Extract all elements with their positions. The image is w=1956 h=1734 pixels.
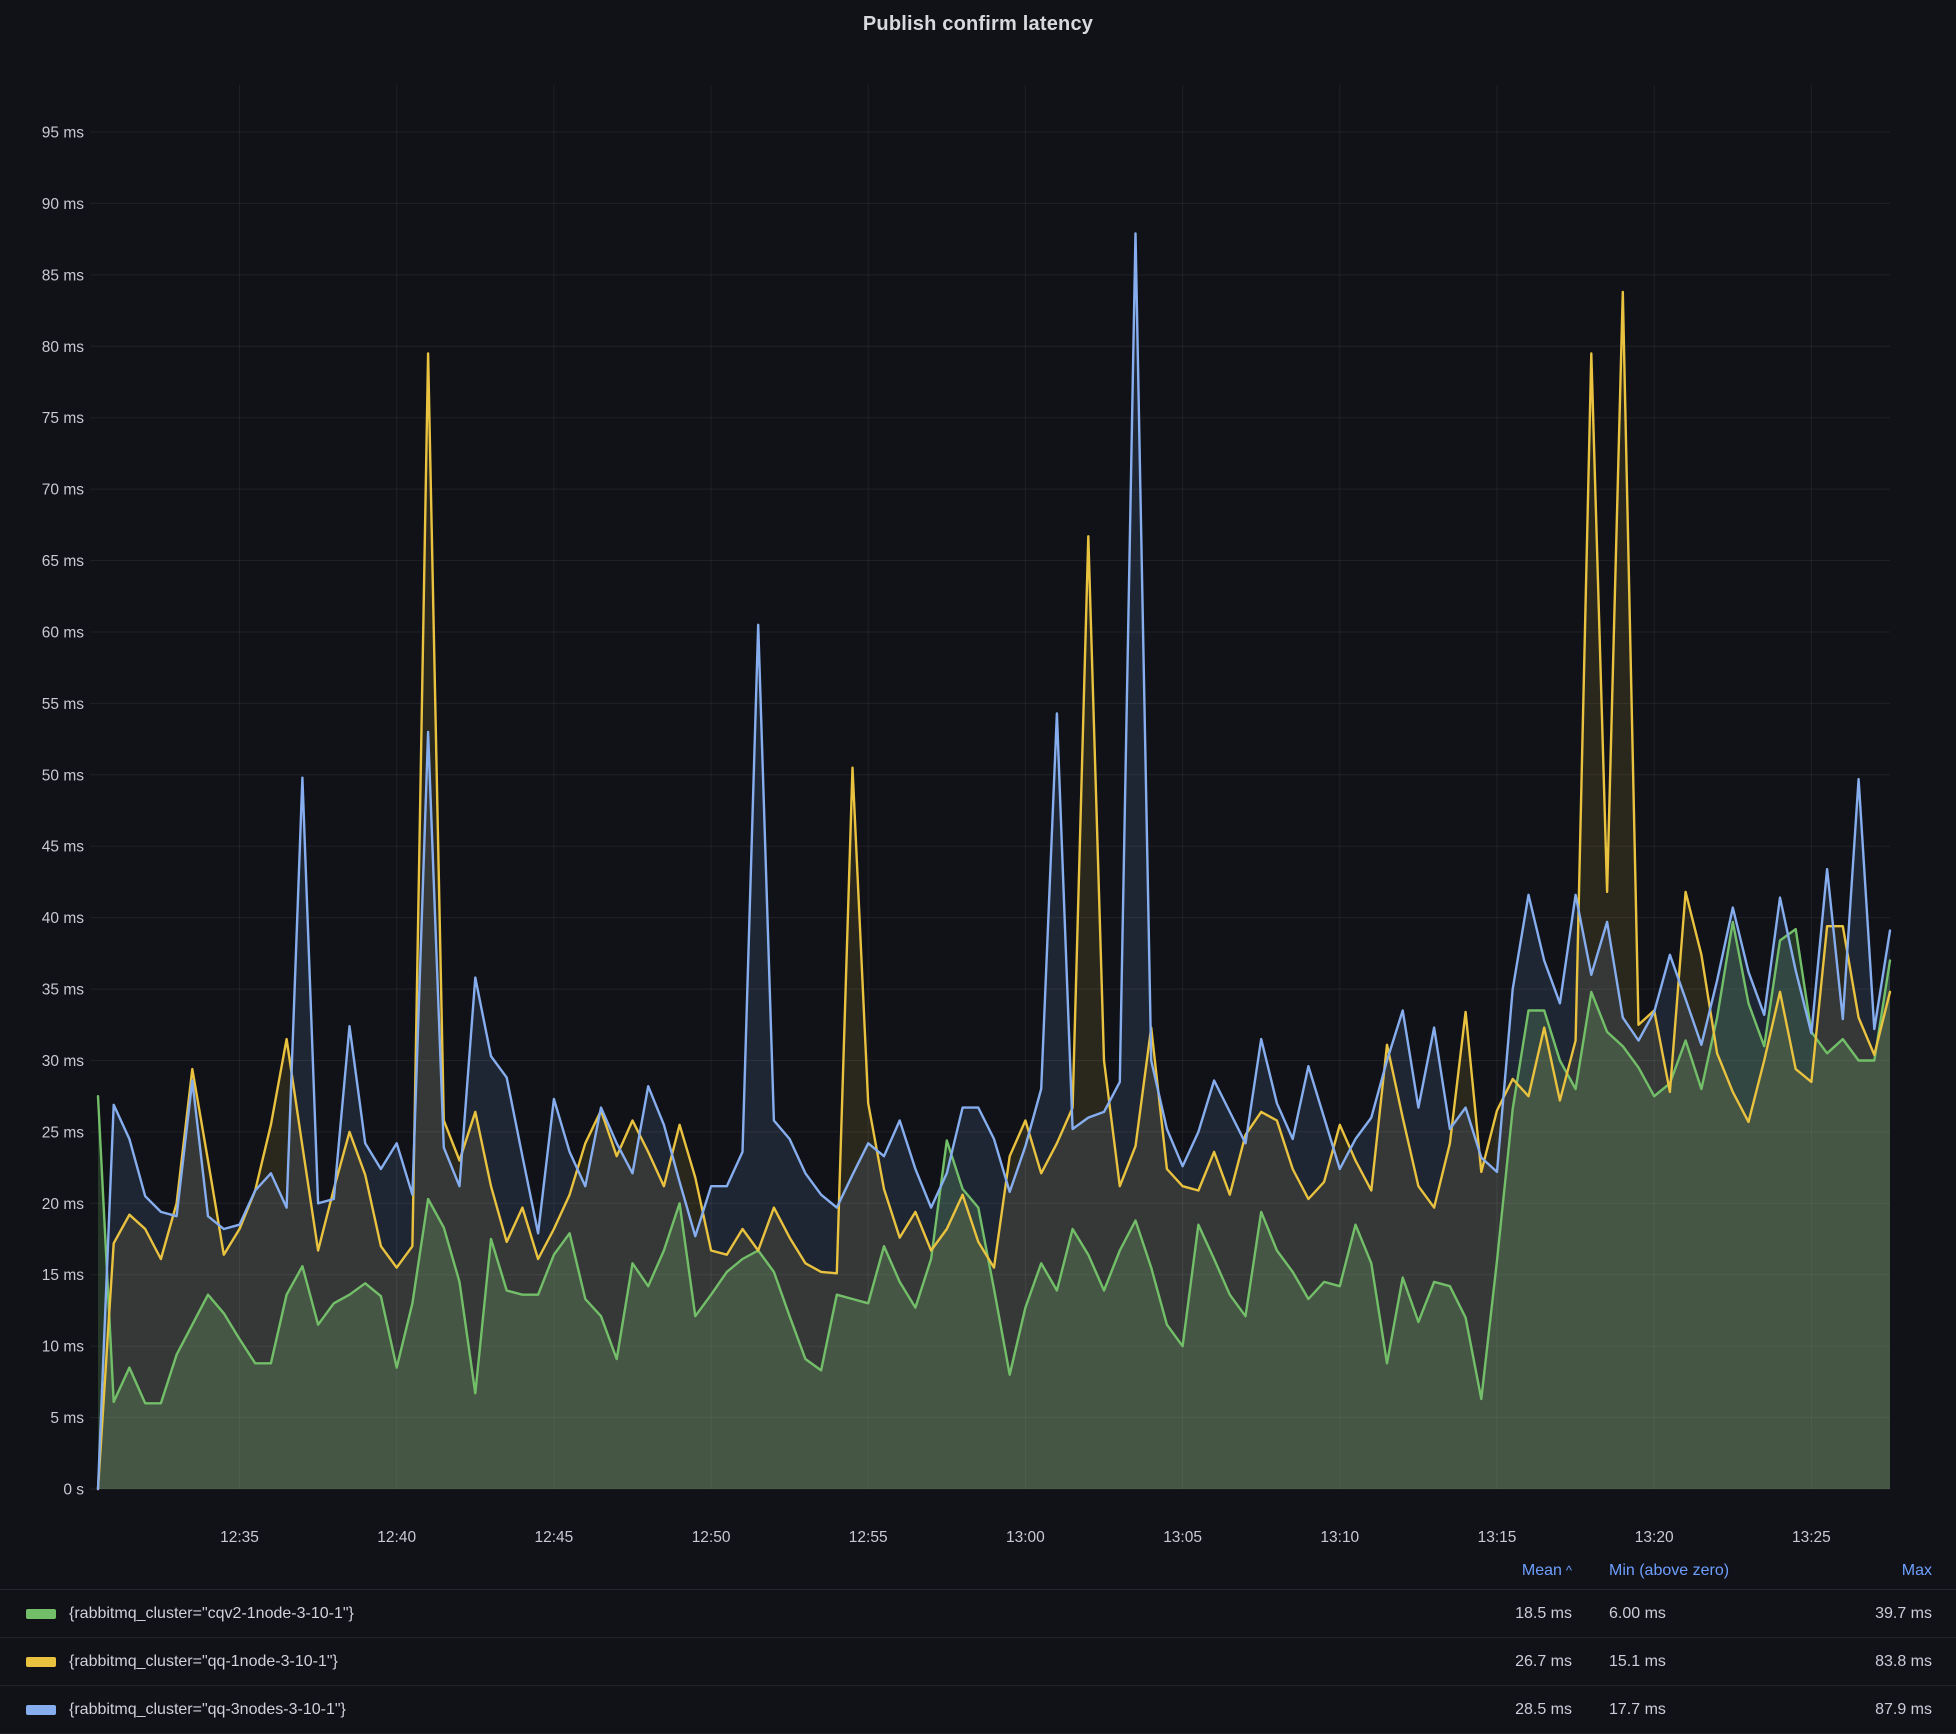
series-label[interactable]: {rabbitmq_cluster="cqv2-1node-3-10-1"} <box>69 1605 354 1623</box>
x-tick-label: 12:50 <box>692 1529 731 1546</box>
legend-series-name: {rabbitmq_cluster="cqv2-1node-3-10-1"} <box>26 1605 1422 1623</box>
y-tick-label: 90 ms <box>42 196 84 213</box>
y-tick-label: 75 ms <box>42 410 84 427</box>
legend-series-name: {rabbitmq_cluster="qq-1node-3-10-1"} <box>26 1653 1422 1671</box>
x-tick-label: 12:35 <box>220 1529 259 1546</box>
legend-row-2: {rabbitmq_cluster="qq-3nodes-3-10-1"} 28.… <box>0 1686 1956 1734</box>
y-tick-label: 0 s <box>63 1482 84 1499</box>
y-tick-label: 55 ms <box>42 696 84 713</box>
x-tick-label: 13:00 <box>1006 1529 1045 1546</box>
legend-header-row: Mean^ Min (above zero) Max <box>0 1552 1956 1590</box>
y-tick-label: 85 ms <box>42 267 84 284</box>
max-value: 83.8 ms <box>1792 1653 1932 1671</box>
series-color-swatch[interactable] <box>26 1657 56 1667</box>
legend-column-max[interactable]: Max <box>1792 1562 1932 1580</box>
mean-value: 28.5 ms <box>1422 1701 1572 1719</box>
min-value: 17.7 ms <box>1572 1701 1792 1719</box>
y-tick-label: 95 ms <box>42 125 84 142</box>
max-value: 39.7 ms <box>1792 1605 1932 1623</box>
x-tick-label: 13:15 <box>1478 1529 1517 1546</box>
series-color-swatch[interactable] <box>26 1609 56 1619</box>
y-tick-label: 40 ms <box>42 910 84 927</box>
legend-column-min[interactable]: Min (above zero) <box>1572 1562 1792 1580</box>
legend-column-mean[interactable]: Mean^ <box>1422 1562 1572 1580</box>
y-tick-label: 50 ms <box>42 767 84 784</box>
x-tick-label: 13:05 <box>1163 1529 1202 1546</box>
y-tick-label: 5 ms <box>50 1410 84 1427</box>
y-tick-label: 65 ms <box>42 553 84 570</box>
y-tick-label: 15 ms <box>42 1267 84 1284</box>
x-tick-label: 13:20 <box>1635 1529 1674 1546</box>
x-tick-label: 13:25 <box>1792 1529 1831 1546</box>
x-tick-label: 12:40 <box>377 1529 416 1546</box>
series-color-swatch[interactable] <box>26 1705 56 1715</box>
y-tick-label: 60 ms <box>42 625 84 642</box>
legend-table: Mean^ Min (above zero) Max {rabbitmq_clu… <box>0 1552 1956 1734</box>
latency-time-series-chart[interactable]: 0 s 5 ms 10 ms 15 ms 20 ms 25 ms 30 ms 35 ms 40 … <box>0 0 1956 1552</box>
y-tick-label: 70 ms <box>42 482 84 499</box>
y-tick-label: 20 ms <box>42 1196 84 1213</box>
x-tick-label: 12:45 <box>535 1529 574 1546</box>
x-tick-label: 12:55 <box>849 1529 888 1546</box>
y-tick-label: 30 ms <box>42 1053 84 1070</box>
mean-value: 18.5 ms <box>1422 1605 1572 1623</box>
legend-row-1: {rabbitmq_cluster="qq-1node-3-10-1"} 26.7… <box>0 1638 1956 1686</box>
y-tick-label: 45 ms <box>42 839 84 856</box>
y-tick-label: 80 ms <box>42 339 84 356</box>
y-tick-label: 10 ms <box>42 1339 84 1356</box>
legend-row-0: {rabbitmq_cluster="cqv2-1node-3-10-1"} 18… <box>0 1590 1956 1638</box>
legend-series-name: {rabbitmq_cluster="qq-3nodes-3-10-1"} <box>26 1701 1422 1719</box>
y-tick-label: 25 ms <box>42 1124 84 1141</box>
mean-value: 26.7 ms <box>1422 1653 1572 1671</box>
min-value: 6.00 ms <box>1572 1605 1792 1623</box>
min-value: 15.1 ms <box>1572 1653 1792 1671</box>
x-tick-label: 13:10 <box>1320 1529 1359 1546</box>
series-label[interactable]: {rabbitmq_cluster="qq-1node-3-10-1"} <box>69 1653 338 1671</box>
y-tick-label: 35 ms <box>42 982 84 999</box>
max-value: 87.9 ms <box>1792 1701 1932 1719</box>
series-label[interactable]: {rabbitmq_cluster="qq-3nodes-3-10-1"} <box>69 1701 346 1719</box>
